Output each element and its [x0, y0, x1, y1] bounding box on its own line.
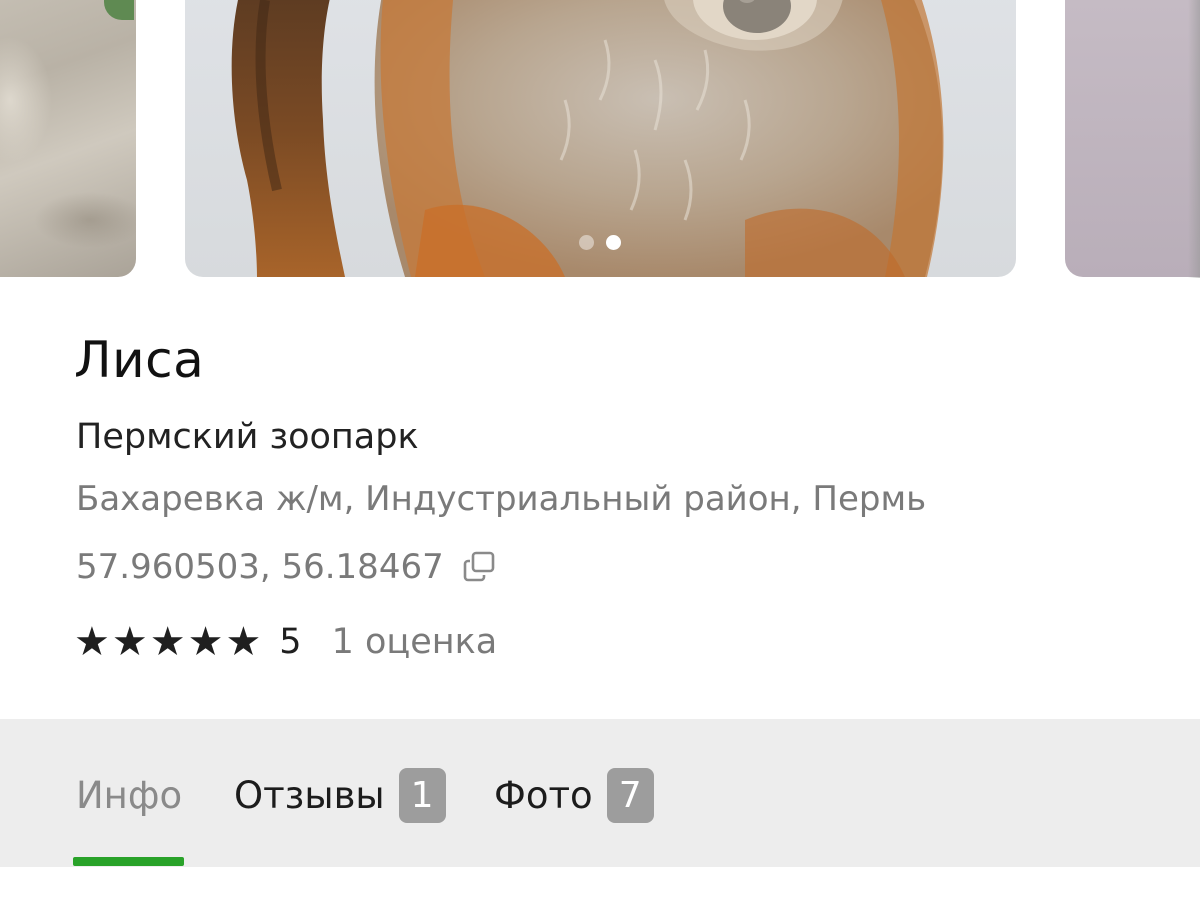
place-title: Лиса — [74, 331, 205, 389]
coordinates-row: 57.960503, 56.18467 — [76, 543, 500, 591]
rating-value: 5 — [279, 622, 302, 662]
pagination-dot-active[interactable] — [606, 235, 621, 250]
tab-info[interactable]: Инфо — [76, 767, 182, 823]
tab-reviews[interactable]: Отзывы 1 — [234, 767, 446, 823]
place-address: Бахаревка ж/м, Индустриальный район, Пер… — [76, 479, 927, 519]
tab-reviews-label: Отзывы — [234, 773, 385, 817]
tab-info-label: Инфо — [76, 773, 183, 817]
star-icon: ★ — [149, 619, 186, 665]
photo-previous-foliage — [104, 0, 134, 20]
pagination-dot[interactable] — [579, 235, 594, 250]
photo-carousel[interactable] — [0, 0, 1200, 278]
rating-row: ★ ★ ★ ★ ★ 5 1 оценка — [74, 618, 497, 666]
carousel-pagination — [0, 235, 1200, 250]
content-area — [0, 867, 1200, 900]
place-card-screen: Лиса Пермский зоопарк Бахаревка ж/м, Инд… — [0, 0, 1200, 900]
photo-count-badge: 7 — [606, 767, 654, 823]
copy-icon[interactable] — [460, 547, 500, 587]
star-icon: ★ — [187, 619, 224, 665]
tab-bar: Инфо Отзывы 1 Фото 7 — [0, 719, 1200, 867]
tab-photo-label: Фото — [494, 773, 593, 817]
star-icon: ★ — [74, 619, 110, 665]
star-icon: ★ — [111, 619, 148, 665]
rating-count-link[interactable]: 1 оценка — [332, 620, 498, 664]
active-tab-indicator — [73, 857, 184, 866]
star-icon: ★ — [225, 619, 262, 665]
tab-photo[interactable]: Фото 7 — [494, 767, 654, 823]
reviews-count-badge: 1 — [398, 767, 446, 823]
place-category: Пермский зоопарк — [76, 417, 419, 457]
rating-stars: ★ ★ ★ ★ ★ — [74, 620, 261, 664]
coordinates-text: 57.960503, 56.18467 — [76, 547, 444, 587]
